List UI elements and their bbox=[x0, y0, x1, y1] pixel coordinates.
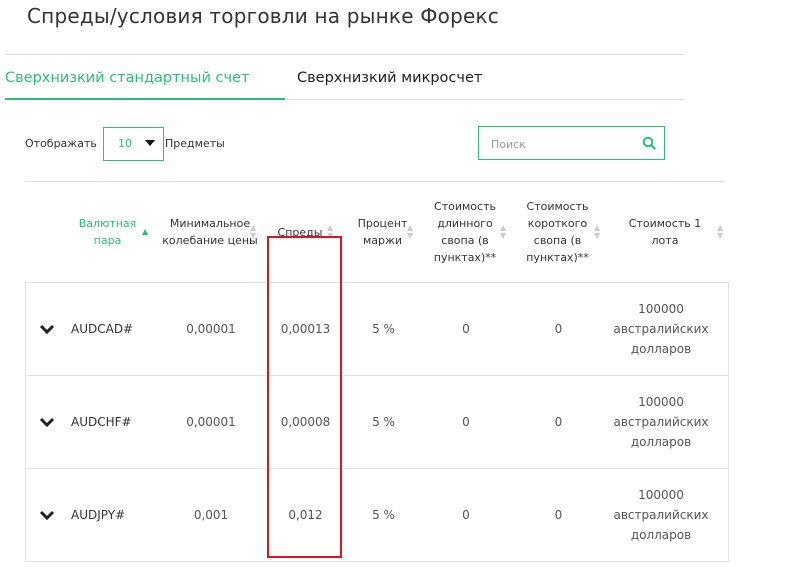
cell-margin: 5 % bbox=[372, 322, 395, 336]
sort-asc-icon: ▲ bbox=[142, 227, 149, 236]
sort-down-icon: ▼ bbox=[327, 231, 334, 240]
cell-min-tick: 0,001 bbox=[193, 508, 229, 522]
caret-down-icon bbox=[145, 140, 155, 146]
cell-currency-pair: AUDCAD# bbox=[71, 322, 134, 336]
cell-margin: 5 % bbox=[372, 508, 395, 522]
active-tab-indicator bbox=[5, 98, 285, 100]
column-header-label: Спреды bbox=[277, 225, 323, 239]
table-row: AUDCAD# 0,00001 0,00013 5 % 0 0 100000 а… bbox=[26, 283, 728, 376]
page-title: Спреды/условия торговли на рынке Форекс bbox=[27, 4, 499, 28]
column-header-long-swap[interactable]: Стоимость длинного свопа (в пунктах)** ▲… bbox=[420, 182, 510, 282]
cell-long-swap: 0 bbox=[462, 415, 470, 429]
column-header-label: Минимальное колебание цены bbox=[162, 217, 258, 247]
cell-currency-pair: AUDCHF# bbox=[71, 415, 132, 429]
chevron-down-icon[interactable] bbox=[39, 416, 55, 428]
tab-ultra-low-standard[interactable]: Сверхнизкий стандартный счет bbox=[5, 70, 249, 86]
cell-long-swap: 0 bbox=[462, 322, 470, 336]
cell-margin: 5 % bbox=[372, 415, 395, 429]
cell-spread: 0,012 bbox=[288, 508, 323, 522]
cell-lot-value: 100000 австралийских долларов bbox=[613, 488, 709, 542]
search-input[interactable] bbox=[489, 134, 633, 154]
column-header-label: Стоимость длинного свопа (в пунктах)** bbox=[433, 200, 497, 264]
table-row: AUDCHF# 0,00001 0,00008 5 % 0 0 100000 а… bbox=[26, 376, 728, 469]
cell-min-tick: 0,00001 bbox=[186, 322, 236, 336]
chevron-down-icon[interactable] bbox=[39, 509, 55, 521]
chevron-down-icon[interactable] bbox=[39, 323, 55, 335]
sort-down-icon: ▼ bbox=[717, 231, 724, 240]
spreads-table: AUDCAD# 0,00001 0,00013 5 % 0 0 100000 а… bbox=[25, 282, 729, 562]
column-header-label: Стоимость 1 лота bbox=[628, 217, 702, 247]
sort-down-icon: ▼ bbox=[407, 231, 414, 240]
column-header-min-tick[interactable]: Минимальное колебание цены ▲ ▼ bbox=[155, 182, 265, 282]
cell-lot-value: 100000 австралийских долларов bbox=[613, 395, 709, 449]
cell-spread: 0,00013 bbox=[280, 322, 331, 336]
page-size-value: 10 bbox=[118, 137, 132, 150]
sort-down-icon: ▼ bbox=[594, 231, 601, 240]
column-header-spreads[interactable]: Спреды ▲ ▼ bbox=[265, 182, 345, 282]
title-divider bbox=[5, 54, 685, 55]
column-header-label: Валютная пара bbox=[78, 217, 137, 247]
cell-short-swap: 0 bbox=[554, 322, 563, 336]
cell-short-swap: 0 bbox=[554, 415, 563, 429]
account-tabs: Сверхнизкий стандартный счет Сверхнизкий… bbox=[5, 70, 685, 102]
sort-down-icon: ▼ bbox=[500, 231, 507, 240]
table-row: AUDJPY# 0,001 0,012 5 % 0 0 100000 австр… bbox=[26, 469, 728, 562]
tabs-divider bbox=[285, 99, 685, 100]
cell-min-tick: 0,00001 bbox=[186, 415, 236, 429]
page-size-select[interactable]: 10 bbox=[103, 127, 164, 161]
cell-short-swap: 0 bbox=[554, 508, 563, 522]
column-header-label: Стоимость короткого свопа (в пунктах)** bbox=[526, 200, 589, 264]
column-header-margin[interactable]: Процент маржи ▲ ▼ bbox=[345, 182, 420, 282]
search-icon[interactable] bbox=[642, 136, 656, 150]
column-header-label: Процент маржи bbox=[357, 217, 408, 247]
cell-lot-value: 100000 австралийских долларов bbox=[613, 302, 709, 356]
sort-down-icon: ▼ bbox=[250, 231, 257, 240]
items-label: Предметы bbox=[165, 137, 225, 150]
show-label: Отображать bbox=[25, 137, 97, 150]
column-header-lot-value[interactable]: Стоимость 1 лота ▲ ▼ bbox=[605, 182, 725, 282]
cell-long-swap: 0 bbox=[462, 508, 470, 522]
column-header-currency-pair[interactable]: Валютная пара ▲ bbox=[60, 182, 155, 282]
tab-ultra-low-micro[interactable]: Сверхнизкий микросчет bbox=[297, 70, 482, 86]
column-header-short-swap[interactable]: Стоимость короткого свопа (в пунктах)** … bbox=[510, 182, 605, 282]
cell-spread: 0,00008 bbox=[280, 415, 331, 429]
cell-currency-pair: AUDJPY# bbox=[71, 508, 126, 522]
search-box bbox=[478, 126, 665, 160]
